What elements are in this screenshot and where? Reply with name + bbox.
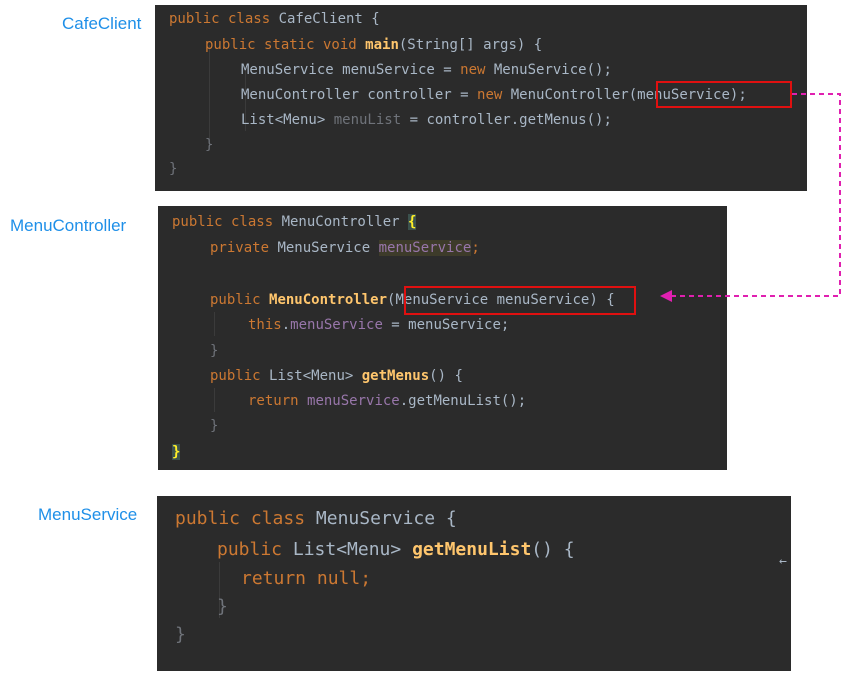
dependency-connector [660,93,841,302]
connector-arrowhead-icon [660,290,672,302]
connector-dashed-line [668,93,841,297]
